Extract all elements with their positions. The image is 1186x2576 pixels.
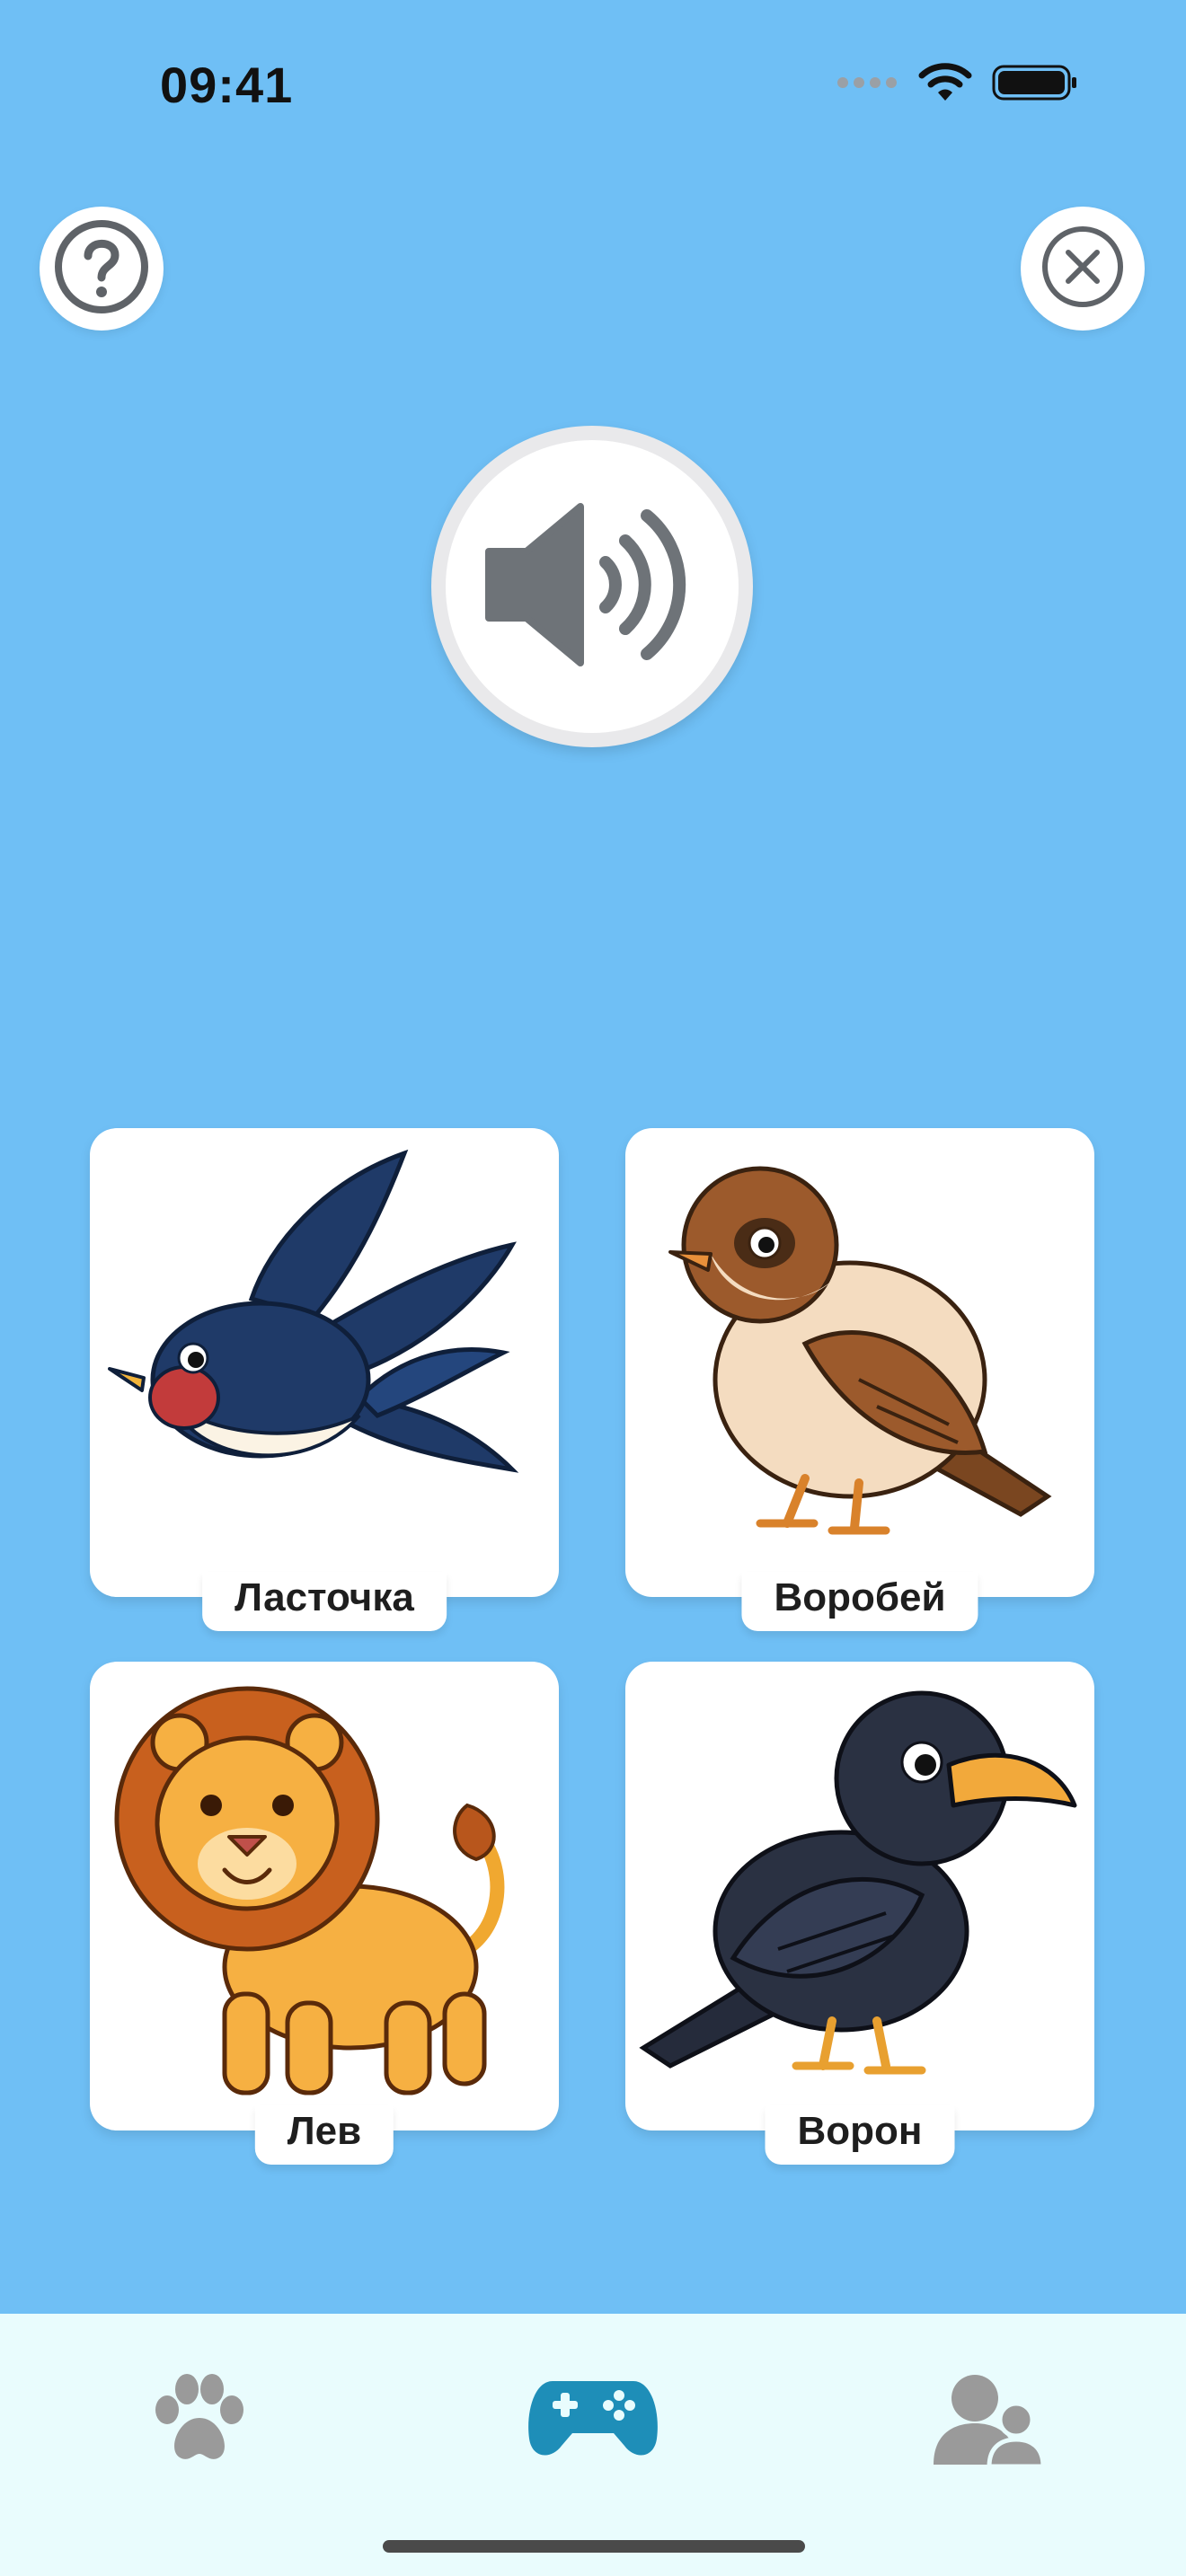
answer-card-sparrow[interactable]: Воробей — [625, 1128, 1094, 1631]
lion-illustration — [114, 1686, 505, 2095]
answer-grid: Ласточка Воробей Лев Ворон — [90, 1128, 1096, 2165]
signal-dots-icon — [836, 75, 898, 94]
tab-bar — [0, 2314, 1186, 2576]
paw-icon — [149, 2369, 248, 2473]
tab-profile[interactable] — [921, 2362, 1056, 2479]
answer-label: Ворон — [765, 2105, 955, 2165]
profile-icon — [930, 2369, 1047, 2473]
tab-games[interactable] — [526, 2362, 660, 2479]
status-bar: 09:41 — [0, 0, 1186, 171]
close-button[interactable] — [1021, 207, 1145, 331]
swallow-illustration — [108, 1149, 519, 1473]
close-circle-icon — [1032, 216, 1133, 322]
status-icons — [836, 63, 1078, 107]
answer-card-swallow[interactable]: Ласточка — [90, 1128, 559, 1631]
answer-card-lion[interactable]: Лев — [90, 1662, 559, 2165]
gamepad-icon — [526, 2376, 660, 2466]
status-time: 09:41 — [160, 57, 294, 113]
home-indicator — [383, 2540, 805, 2553]
answer-label: Воробей — [741, 1572, 978, 1631]
answer-label: Ласточка — [202, 1572, 447, 1631]
wifi-icon — [918, 63, 972, 107]
play-sound-button[interactable] — [431, 426, 753, 747]
question-circle-icon — [51, 216, 152, 322]
answer-label: Лев — [254, 2105, 394, 2165]
sparrow-illustration — [668, 1166, 1052, 1535]
play-sound-button-face — [446, 440, 739, 733]
help-button[interactable] — [40, 207, 164, 331]
raven-illustration — [639, 1690, 1077, 2075]
battery-icon — [992, 63, 1078, 107]
tab-animals[interactable] — [131, 2362, 266, 2479]
speaker-icon — [480, 490, 704, 684]
answer-card-raven[interactable]: Ворон — [625, 1662, 1094, 2165]
